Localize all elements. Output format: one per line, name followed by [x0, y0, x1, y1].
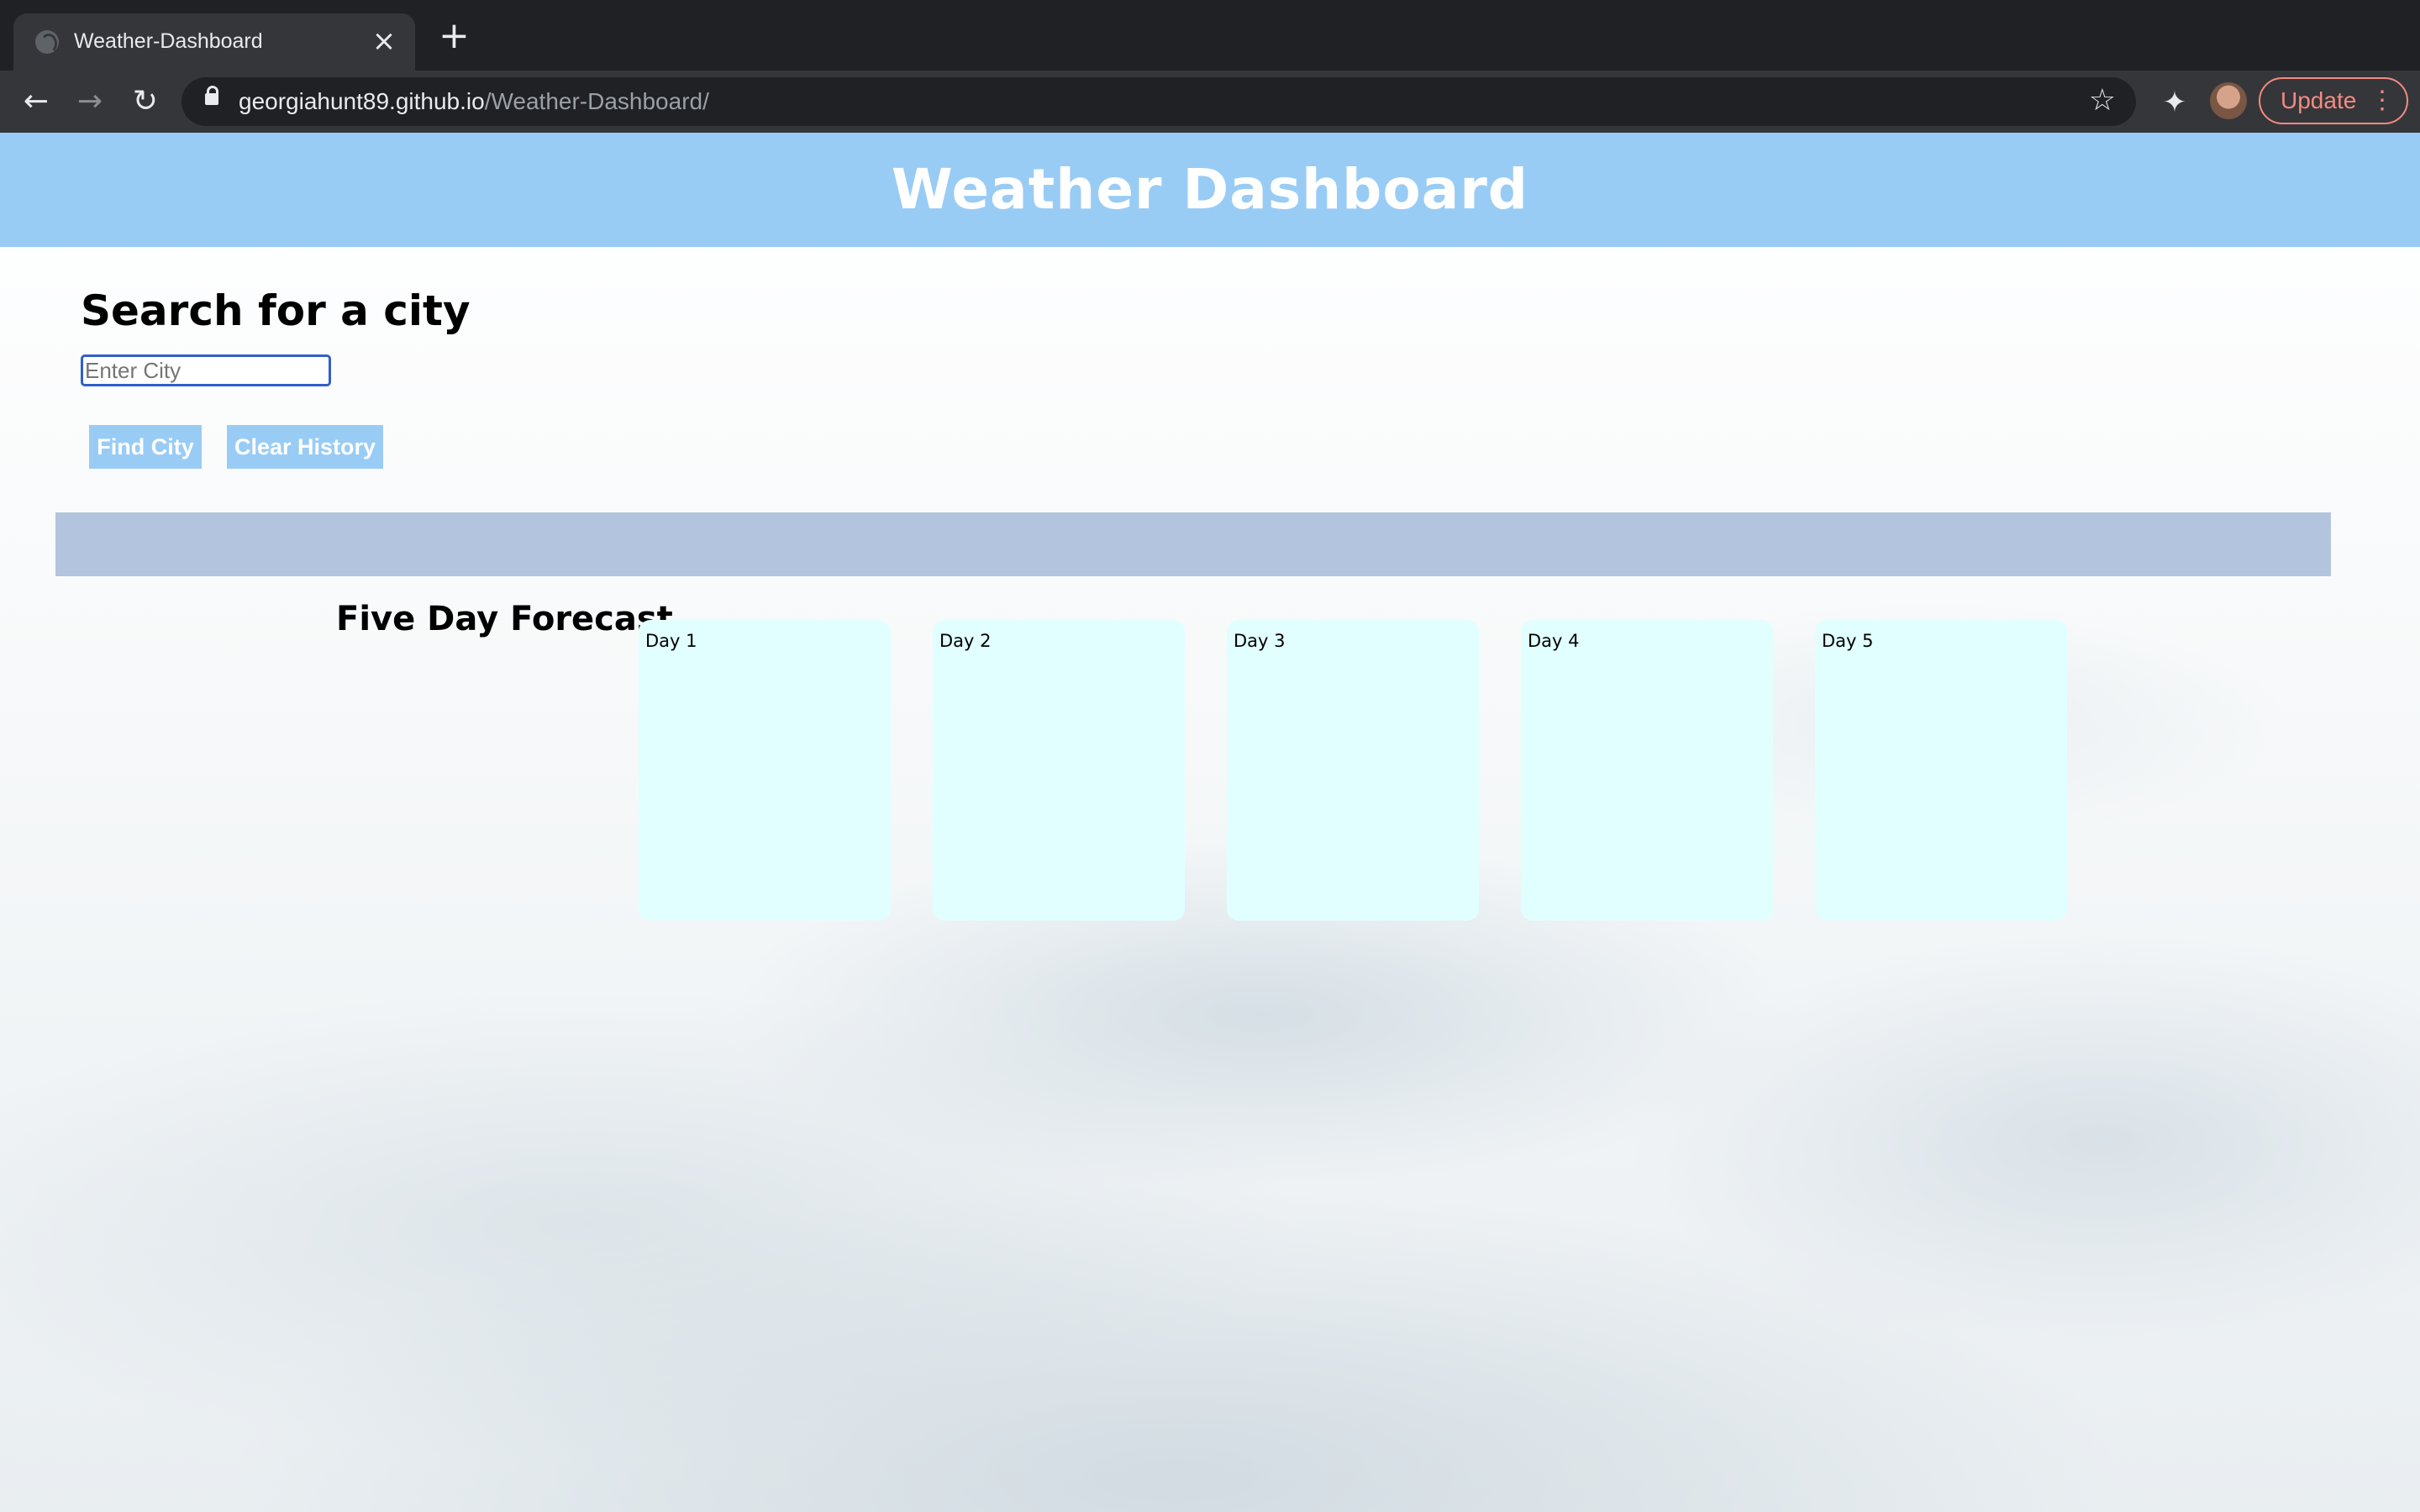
city-search-input[interactable]: [81, 354, 331, 386]
address-bar[interactable]: georgiahunt89.github.io/Weather-Dashboar…: [182, 77, 2136, 126]
menu-kebab-icon[interactable]: ⋮: [2370, 79, 2395, 123]
back-button[interactable]: ←: [15, 81, 57, 123]
day-label: Day 5: [1822, 631, 1874, 651]
forecast-day-card: Day 1: [639, 620, 891, 921]
forward-button[interactable]: →: [69, 81, 111, 123]
forecast-heading: Five Day Forecast: [336, 600, 673, 638]
current-weather-bar: [55, 512, 2331, 576]
header-banner: Weather Dashboard: [0, 133, 2420, 247]
bookmark-star-icon[interactable]: ☆: [2089, 84, 2116, 118]
new-tab-button[interactable]: +: [439, 18, 470, 55]
url-text[interactable]: georgiahunt89.github.io/Weather-Dashboar…: [239, 87, 709, 116]
globe-icon: [35, 30, 59, 54]
close-tab-icon[interactable]: ×: [370, 27, 398, 55]
forecast-day-card: Day 5: [1815, 620, 2067, 921]
tab-strip: Weather-Dashboard × +: [0, 0, 2420, 71]
lock-icon[interactable]: [205, 86, 218, 105]
day-label: Day 4: [1528, 631, 1580, 651]
forecast-day-card: Day 4: [1521, 620, 1773, 921]
page-body: Weather Dashboard Search for a city Find…: [0, 133, 2420, 1512]
browser-tab[interactable]: Weather-Dashboard ×: [13, 13, 415, 71]
search-heading: Search for a city: [81, 286, 471, 335]
page-title: Weather Dashboard: [891, 157, 1529, 222]
day-label: Day 3: [1234, 631, 1286, 651]
profile-avatar[interactable]: [2210, 82, 2247, 119]
forecast-day-card: Day 3: [1227, 620, 1479, 921]
find-city-button[interactable]: Find City: [89, 425, 202, 469]
tab-title: Weather-Dashboard: [74, 29, 263, 53]
extensions-puzzle-icon[interactable]: ✦: [2158, 86, 2191, 119]
update-button[interactable]: Update ⋮: [2259, 77, 2408, 124]
browser-toolbar: ← → ↻ georgiahunt89.github.io/Weather-Da…: [0, 71, 2420, 133]
forecast-day-card: Day 2: [933, 620, 1185, 921]
reload-button[interactable]: ↻: [124, 81, 166, 123]
day-label: Day 1: [645, 631, 697, 651]
clear-history-button[interactable]: Clear History: [227, 425, 383, 469]
update-label: Update: [2281, 87, 2357, 113]
day-label: Day 2: [939, 631, 992, 651]
